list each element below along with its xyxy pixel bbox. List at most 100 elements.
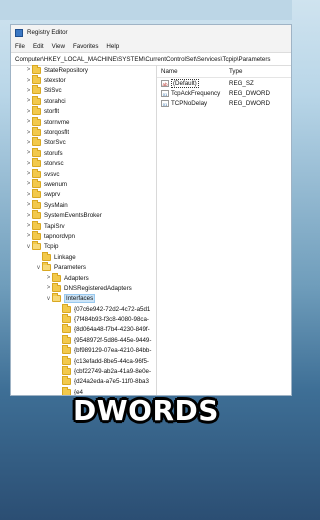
chevron-right-icon[interactable]: > bbox=[45, 275, 52, 281]
menu-view[interactable]: View bbox=[52, 43, 65, 50]
tree-item[interactable]: {07c6e942-72d2-4c72-a5d1 bbox=[11, 303, 156, 314]
value-row[interactable]: 01 TcpAckFrequency REG_DWORD bbox=[157, 88, 291, 98]
chevron-right-icon[interactable]: > bbox=[25, 98, 32, 104]
chevron-right-icon[interactable]: > bbox=[25, 213, 32, 219]
address-bar[interactable]: Computer\HKEY_LOCAL_MACHINE\SYSTEM\Curre… bbox=[11, 52, 291, 66]
tree-item[interactable]: > storahci bbox=[11, 95, 156, 106]
chevron-right-icon[interactable]: > bbox=[25, 130, 32, 136]
value-row[interactable]: 01 TCPNoDelay REG_DWORD bbox=[157, 99, 291, 109]
chevron-right-icon[interactable]: > bbox=[25, 119, 32, 125]
chevron-right-icon[interactable]: > bbox=[25, 223, 32, 229]
tree-item[interactable]: > stornvme bbox=[11, 116, 156, 127]
tree-item[interactable]: {8d064a48-f7b4-4230-849f- bbox=[11, 324, 156, 335]
menu-bar: File Edit View Favorites Help bbox=[11, 40, 291, 52]
tree-item[interactable]: {bf989129-07ea-4210-84bb- bbox=[11, 345, 156, 356]
column-header-name[interactable]: Name bbox=[157, 68, 229, 75]
folder-icon bbox=[32, 189, 41, 199]
folder-icon bbox=[32, 168, 41, 178]
chevron-right-icon[interactable]: > bbox=[25, 233, 32, 239]
tree-item[interactable]: > tapnordvpn bbox=[11, 230, 156, 241]
tree-item-label: stexstor bbox=[44, 77, 66, 85]
chevron-down-icon[interactable]: v bbox=[45, 296, 52, 302]
video-caption: DWORDS bbox=[73, 394, 219, 427]
tree-item[interactable]: > storufs bbox=[11, 147, 156, 158]
tree-item[interactable]: > storflt bbox=[11, 106, 156, 117]
tree-item[interactable]: > storvsc bbox=[11, 158, 156, 169]
tree-item[interactable]: > TapiSrv bbox=[11, 220, 156, 231]
chevron-right-icon[interactable]: > bbox=[25, 181, 32, 187]
binary-value-icon: 01 bbox=[161, 100, 169, 108]
chevron-right-icon[interactable]: > bbox=[25, 192, 32, 198]
folder-icon bbox=[32, 220, 41, 230]
chevron-right-icon[interactable]: > bbox=[25, 171, 32, 177]
tree-item[interactable]: {c13efadd-8be5-44ca-96f5- bbox=[11, 355, 156, 366]
values-header: Name Type bbox=[157, 65, 291, 78]
chevron-right-icon[interactable]: > bbox=[25, 78, 32, 84]
tree-item[interactable]: v Interfaces bbox=[11, 293, 156, 304]
folder-icon bbox=[62, 334, 71, 344]
tree-item-label: storvsc bbox=[44, 160, 64, 168]
tree-item-label: swprv bbox=[44, 191, 61, 199]
tree-item[interactable]: {cbf22749-ab2a-41a9-8e0e- bbox=[11, 366, 156, 376]
tree-item[interactable]: > swenum bbox=[11, 178, 156, 189]
tree-item-label: Linkage bbox=[54, 253, 76, 261]
value-row[interactable]: ab (Default) REG_SZ bbox=[157, 78, 291, 88]
tree-item[interactable]: > DNSRegisteredAdapters bbox=[11, 282, 156, 293]
tree-item-label: tapnordvpn bbox=[44, 232, 75, 240]
chevron-right-icon[interactable]: > bbox=[45, 285, 52, 291]
folder-icon bbox=[32, 116, 41, 126]
tree-item-label: SysMain bbox=[44, 201, 68, 209]
tree-item[interactable]: {7f484b93-f3c8-4080-98ca- bbox=[11, 314, 156, 324]
tree-item[interactable]: v Tcpip bbox=[11, 241, 156, 252]
tree-item-label: storahci bbox=[44, 97, 66, 105]
tree-item[interactable]: > StiSvc bbox=[11, 85, 156, 96]
string-value-icon: ab bbox=[161, 79, 169, 87]
folder-icon bbox=[32, 85, 41, 95]
tree-item[interactable]: {d24a2eda-a7e5-11f0-8ba3 bbox=[11, 376, 156, 387]
value-type: REG_DWORD bbox=[229, 90, 270, 98]
menu-favorites[interactable]: Favorites bbox=[73, 43, 98, 50]
tree-item-label: Parameters bbox=[54, 264, 86, 272]
folder-icon bbox=[32, 147, 41, 157]
tree-item[interactable]: > SystemEventsBroker bbox=[11, 210, 156, 220]
tree-item-label: Interfaces bbox=[64, 294, 96, 304]
menu-file[interactable]: File bbox=[15, 43, 25, 50]
window-title: Registry Editor bbox=[27, 29, 68, 36]
chevron-right-icon[interactable]: > bbox=[25, 161, 32, 167]
column-header-type[interactable]: Type bbox=[229, 68, 242, 75]
menu-help[interactable]: Help bbox=[106, 43, 119, 50]
tree-item[interactable]: {9548972f-5d86-445e-9449- bbox=[11, 334, 156, 345]
registry-editor-app-icon bbox=[15, 28, 23, 37]
tree-item[interactable]: > Adapters bbox=[11, 272, 156, 283]
tree-item-label: {07c6e942-72d2-4c72-a5d1 bbox=[74, 305, 151, 313]
tree-item[interactable]: > storqosflt bbox=[11, 127, 156, 137]
chevron-right-icon[interactable]: > bbox=[25, 140, 32, 146]
folder-icon bbox=[32, 106, 41, 116]
tree-item[interactable]: > stexstor bbox=[11, 75, 156, 85]
folder-icon bbox=[62, 376, 71, 386]
tree-item-label: storqosflt bbox=[44, 129, 70, 137]
tree-item-label: Adapters bbox=[64, 274, 89, 282]
chevron-right-icon[interactable]: > bbox=[25, 150, 32, 156]
tree-item[interactable]: Linkage bbox=[11, 251, 156, 262]
tree-item-label: TapiSrv bbox=[44, 222, 65, 230]
chevron-right-icon[interactable]: > bbox=[25, 202, 32, 208]
values-pane: Name Type ab (Default) REG_SZ 01 TcpAckF… bbox=[157, 65, 291, 395]
tree-item[interactable]: > StateRepository bbox=[11, 65, 156, 75]
top-background-band bbox=[0, 0, 292, 20]
chevron-down-icon[interactable]: v bbox=[35, 265, 42, 271]
chevron-down-icon[interactable]: v bbox=[25, 244, 32, 250]
tree-item[interactable]: > svsvc bbox=[11, 168, 156, 179]
tree-item[interactable]: > swprv bbox=[11, 189, 156, 200]
key-tree: > StateRepository > stexstor > StiSvc > storahc… bbox=[11, 65, 157, 395]
folder-icon bbox=[32, 199, 41, 209]
tree-item[interactable]: > StorSvc bbox=[11, 137, 156, 148]
menu-edit[interactable]: Edit bbox=[33, 43, 44, 50]
tree-item[interactable]: v Parameters bbox=[11, 262, 156, 272]
chevron-right-icon[interactable]: > bbox=[25, 88, 32, 94]
tree-item-label: swenum bbox=[44, 180, 68, 188]
chevron-right-icon[interactable]: > bbox=[25, 67, 32, 73]
tree-item[interactable]: > SysMain bbox=[11, 199, 156, 210]
chevron-right-icon[interactable]: > bbox=[25, 109, 32, 115]
value-name: TCPNoDelay bbox=[171, 100, 208, 108]
